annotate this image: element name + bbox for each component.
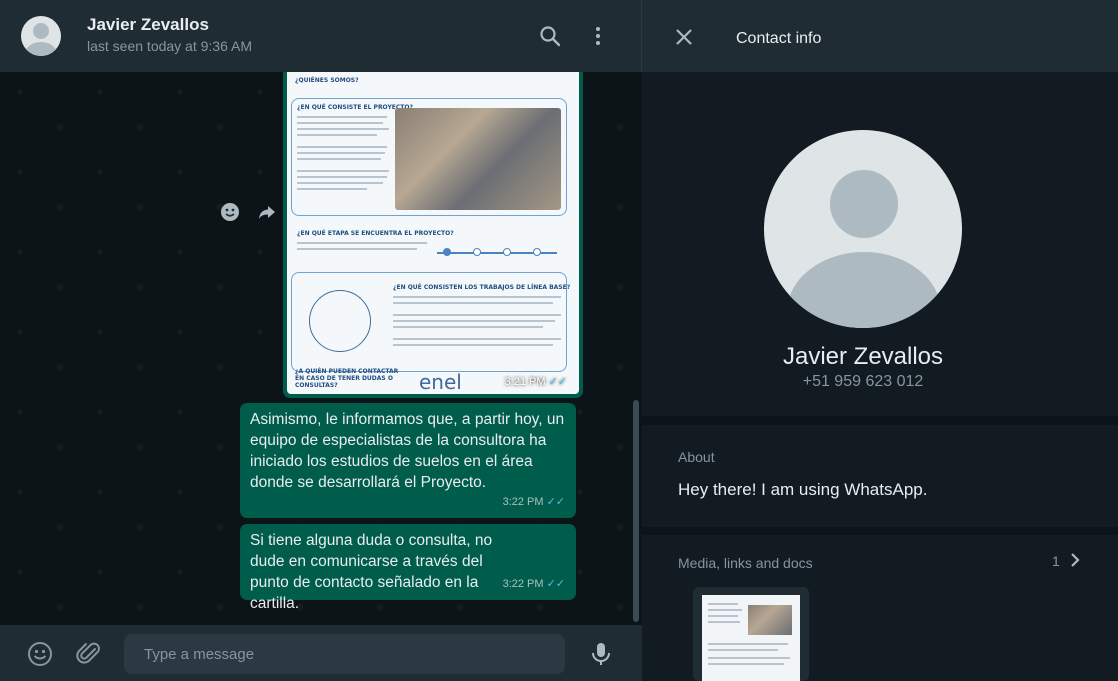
enel-logo: enel: [419, 370, 462, 394]
contact-avatar[interactable]: [21, 16, 61, 56]
image-message[interactable]: ¿QUIÉNES SOMOS? ¿EN QUÉ CONSISTE EL PROY…: [283, 58, 583, 398]
mic-icon[interactable]: [588, 641, 614, 667]
contact-info-pane: Contact info Javier Zevallos +51 959 623…: [642, 0, 1118, 681]
menu-icon[interactable]: [586, 24, 610, 48]
document-image: ¿QUIÉNES SOMOS? ¿EN QUÉ CONSISTE EL PROY…: [287, 62, 579, 394]
thumbnail-document: [702, 595, 800, 681]
profile-section: Javier Zevallos +51 959 623 012: [642, 72, 1118, 416]
last-seen-status: last seen today at 9:36 AM: [87, 37, 252, 54]
media-section[interactable]: Media, links and docs 1: [642, 535, 1118, 681]
doc-title: ¿QUIÉNES SOMOS?: [295, 77, 359, 84]
contact-info-title: Contact info: [736, 30, 822, 47]
contact-info-header: Contact info: [642, 0, 1118, 72]
double-check-icon: ✓✓: [546, 496, 565, 508]
doc-text-line: [297, 134, 377, 136]
profile-name: Javier Zevallos: [782, 343, 944, 370]
whatsapp-app: ¿QUIÉNES SOMOS? ¿EN QUÉ CONSISTE EL PROY…: [0, 0, 1118, 681]
double-check-icon: ✓✓: [548, 376, 567, 388]
doc-text-line: [297, 242, 427, 244]
double-check-icon: ✓✓: [546, 578, 565, 590]
doc-title: ¿A QUIÉN PUEDEN CONTACTAR EN CASO DE TEN…: [295, 368, 399, 389]
doc-text-line: [297, 152, 385, 154]
doc-text-line: [297, 128, 389, 130]
reaction-emoji-icon[interactable]: [219, 201, 241, 223]
attach-icon[interactable]: [76, 641, 102, 667]
timeline-dot: [503, 248, 511, 256]
doc-text-line: [297, 182, 383, 184]
message-text: Si tiene alguna duda o consulta, no dude…: [250, 532, 493, 612]
chat-scrollbar[interactable]: [633, 400, 639, 622]
doc-text-line: [393, 320, 555, 322]
project-map: [395, 108, 561, 210]
timeline-dot: [533, 248, 541, 256]
outgoing-message[interactable]: Asimismo, le informamos que, a partir ho…: [240, 403, 576, 518]
doc-text-line: [297, 188, 367, 190]
media-label: Media, links and docs: [678, 555, 813, 571]
about-text: Hey there! I am using WhatsApp.: [678, 480, 928, 499]
doc-text-line: [297, 122, 383, 124]
doc-text-line: [393, 314, 561, 316]
outgoing-message[interactable]: Si tiene alguna duda o consulta, no dude…: [240, 524, 576, 612]
about-section: About Hey there! I am using WhatsApp.: [642, 425, 1118, 527]
message-composer: [0, 625, 642, 681]
doc-text-line: [297, 176, 387, 178]
chat-header[interactable]: Javier Zevallos last seen today at 9:36 …: [0, 0, 642, 72]
chat-pane: ¿QUIÉNES SOMOS? ¿EN QUÉ CONSISTE EL PROY…: [0, 0, 642, 681]
doc-text-line: [393, 338, 561, 340]
message-timestamp: 3:22 PM ✓✓: [502, 578, 565, 590]
image-timestamp: 3:21 PM ✓✓: [504, 376, 567, 388]
contact-summary[interactable]: Javier Zevallos last seen today at 9:36 …: [87, 15, 252, 54]
doc-title: ¿EN QUÉ CONSISTEN LOS TRABAJOS DE LÍNEA …: [393, 284, 571, 291]
doc-text-line: [393, 344, 553, 346]
doc-text-line: [297, 116, 387, 118]
doc-text-line: [393, 296, 561, 298]
doc-text-line: [297, 170, 389, 172]
emoji-icon[interactable]: [27, 641, 53, 667]
message-timestamp: 3:22 PM ✓✓: [502, 496, 565, 508]
media-count: 1: [1052, 553, 1060, 569]
forward-icon[interactable]: [256, 201, 278, 223]
search-icon[interactable]: [538, 24, 562, 48]
doc-text-line: [393, 302, 553, 304]
media-thumbnail[interactable]: [693, 587, 809, 681]
doc-title: ¿EN QUÉ ETAPA SE ENCUENTRA EL PROYECTO?: [297, 230, 454, 237]
timeline-dot: [473, 248, 481, 256]
chevron-right-icon[interactable]: [1067, 552, 1083, 568]
message-text: Asimismo, le informamos que, a partir ho…: [250, 411, 565, 491]
about-label: About: [678, 449, 715, 465]
doc-text-line: [297, 146, 387, 148]
doc-text-line: [393, 326, 543, 328]
close-icon[interactable]: [675, 28, 693, 46]
profile-phone: +51 959 623 012: [802, 373, 924, 390]
doc-text-line: [297, 158, 381, 160]
timeline-dot: [443, 248, 451, 256]
contact-name: Javier Zevallos: [87, 14, 209, 34]
profile-photo[interactable]: [764, 130, 962, 328]
message-input[interactable]: [124, 634, 565, 674]
doc-text-line: [297, 248, 417, 250]
doc-illustration: [309, 290, 371, 352]
